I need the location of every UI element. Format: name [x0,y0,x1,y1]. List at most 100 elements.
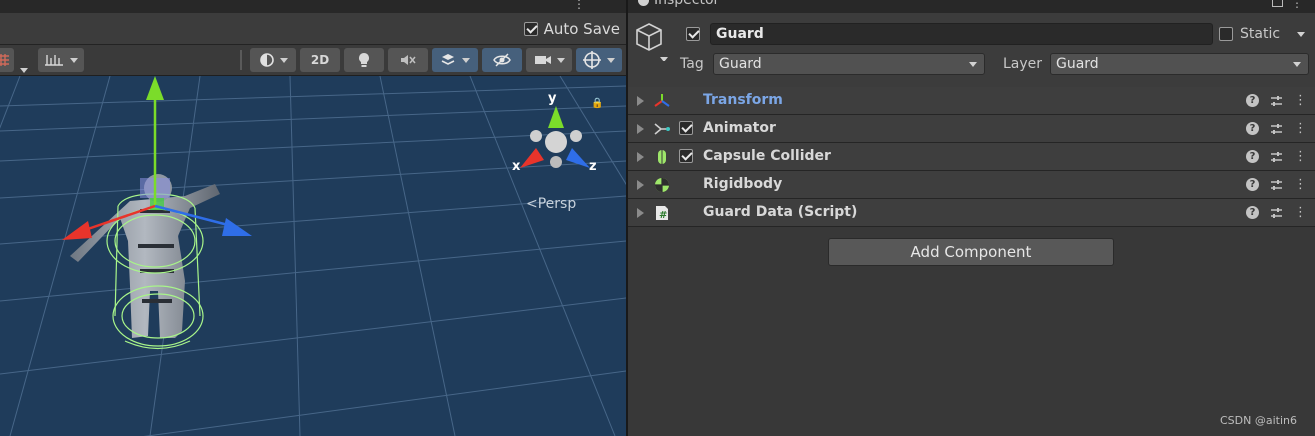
component-name: Capsule Collider [703,148,831,164]
maximize-icon[interactable] [1272,0,1283,7]
context-menu-icon[interactable]: ⋮ [1294,149,1307,164]
presets-sliders-icon[interactable] [1270,123,1283,135]
component-row-rigidbody[interactable]: Rigidbody ? ⋮ [628,171,1315,199]
x-axis-arrowhead[interactable] [62,221,92,240]
projection-toggle[interactable]: <Persp [526,196,576,212]
component-controls: ? ⋮ [1246,121,1307,136]
component-row-guard-data-script[interactable]: # Guard Data (Script) ? ⋮ [628,199,1315,227]
eye-hidden-icon [493,53,511,67]
layer-dropdown[interactable]: Guard [1050,53,1309,75]
animator-icon [654,123,670,135]
help-icon[interactable]: ? [1246,178,1259,191]
chevron-down-icon [1293,62,1301,67]
add-component-button[interactable]: Add Component [828,238,1114,266]
chevron-down-icon [556,57,565,63]
component-enabled-checkbox[interactable] [679,121,693,135]
z-axis-arrowhead[interactable] [222,218,252,236]
more-options-icon[interactable]: ⋮ [1291,0,1303,10]
z-axis-cone[interactable] [566,148,590,168]
neg-y-handle[interactable] [550,156,562,168]
toolbar-separator [240,50,242,70]
component-controls: ? ⋮ [1246,177,1307,192]
snap-grid-button[interactable] [0,48,14,72]
scene-view[interactable]: ⋮ Auto Save 2D 🔒 y x z <Persp [0,0,626,436]
chevron-down-icon [607,57,615,63]
audio-muted-icon [401,55,416,65]
gizmo-axis-x-label: x [512,159,521,174]
gameobject-cube-icon [636,23,668,61]
context-menu-icon[interactable]: ⋮ [1294,121,1307,136]
neg-z-handle[interactable] [570,130,582,142]
inspector-tab-label: Inspector [654,0,720,8]
transform-icon [654,94,670,107]
foldout-arrow-icon[interactable] [637,96,644,106]
svg-text:#: # [659,210,667,221]
presets-sliders-icon[interactable] [1270,207,1283,219]
scene-viewport[interactable]: 🔒 y x z <Persp [0,76,626,436]
center-cube[interactable] [545,131,567,153]
gameobject-name-field[interactable]: Guard [710,23,1213,45]
foldout-arrow-icon[interactable] [637,180,644,190]
shaded-sphere-icon [259,53,274,67]
scene-camera-button[interactable] [526,48,572,72]
inspector-tab[interactable]: Inspector ⋮ [628,0,1315,13]
context-menu-icon[interactable]: ⋮ [1294,177,1307,192]
scene-canvas: 🔒 y x z [0,76,626,436]
layer-value: Guard [1056,56,1099,72]
component-row-transform[interactable]: Transform ? ⋮ [628,87,1315,115]
help-icon[interactable]: ? [1246,150,1259,163]
static-checkbox[interactable] [1219,27,1233,41]
static-dropdown-icon[interactable] [1297,32,1305,37]
draw-mode-button[interactable] [250,48,296,72]
presets-sliders-icon[interactable] [1270,179,1283,191]
script-icon: # [656,206,668,221]
foldout-arrow-icon[interactable] [637,124,644,134]
light-bulb-icon [359,53,369,67]
neg-x-handle[interactable] [530,130,542,142]
chevron-down-icon [969,62,977,67]
foldout-arrow-icon[interactable] [637,208,644,218]
chevron-down-icon [462,57,470,63]
component-name: Rigidbody [703,176,783,192]
presets-sliders-icon[interactable] [1270,151,1283,163]
x-axis-cone[interactable] [520,148,544,168]
scene-visibility-button[interactable] [482,48,522,72]
y-axis-arrowhead[interactable] [146,76,164,100]
chevron-down-icon [20,68,28,73]
rigidbody-icon [655,178,669,192]
foldout-arrow-icon[interactable] [637,152,644,162]
gameobject-active-checkbox[interactable] [686,27,700,41]
static-label: Static [1240,26,1281,42]
autosave-checkbox[interactable] [523,22,538,36]
audio-toggle-button[interactable] [388,48,428,72]
context-menu-icon[interactable]: ⋮ [1294,205,1307,220]
mode-2d-label: 2D [310,53,330,67]
lighting-toggle-button[interactable] [344,48,384,72]
watermark-text: CSDN @aitin6 [1220,414,1297,427]
context-menu-icon[interactable]: ⋮ [1294,93,1307,108]
scene-tab-strip: ⋮ [0,0,626,13]
component-enabled-checkbox[interactable] [679,149,693,163]
lock-icon[interactable]: 🔒 [591,97,603,109]
component-row-animator[interactable]: Animator ? ⋮ [628,115,1315,143]
effects-toggle-button[interactable] [432,48,478,72]
tag-label: Tag [680,56,704,72]
gizmos-button[interactable] [576,48,622,72]
help-icon[interactable]: ? [1246,206,1259,219]
autosave-toggle[interactable]: Auto Save [523,20,620,38]
inspector-panel: Inspector ⋮ Guard Static Tag Guard Layer… [628,0,1315,436]
component-name: Guard Data (Script) [703,204,858,220]
tag-dropdown[interactable]: Guard [713,53,985,75]
component-row-capsule-collider[interactable]: Capsule Collider ? ⋮ [628,143,1315,171]
presets-sliders-icon[interactable] [1270,95,1283,107]
gizmo-axis-y-label: y [548,91,557,106]
help-icon[interactable]: ? [1246,94,1259,107]
help-icon[interactable]: ? [1246,122,1259,135]
more-options-icon[interactable]: ⋮ [573,0,585,11]
info-icon [638,0,649,6]
component-controls: ? ⋮ [1246,149,1307,164]
snap-dropdown-button[interactable] [20,58,28,77]
mode-2d-button[interactable]: 2D [300,48,340,72]
increment-snap-button[interactable] [38,48,84,72]
autosave-label: Auto Save [543,20,620,38]
